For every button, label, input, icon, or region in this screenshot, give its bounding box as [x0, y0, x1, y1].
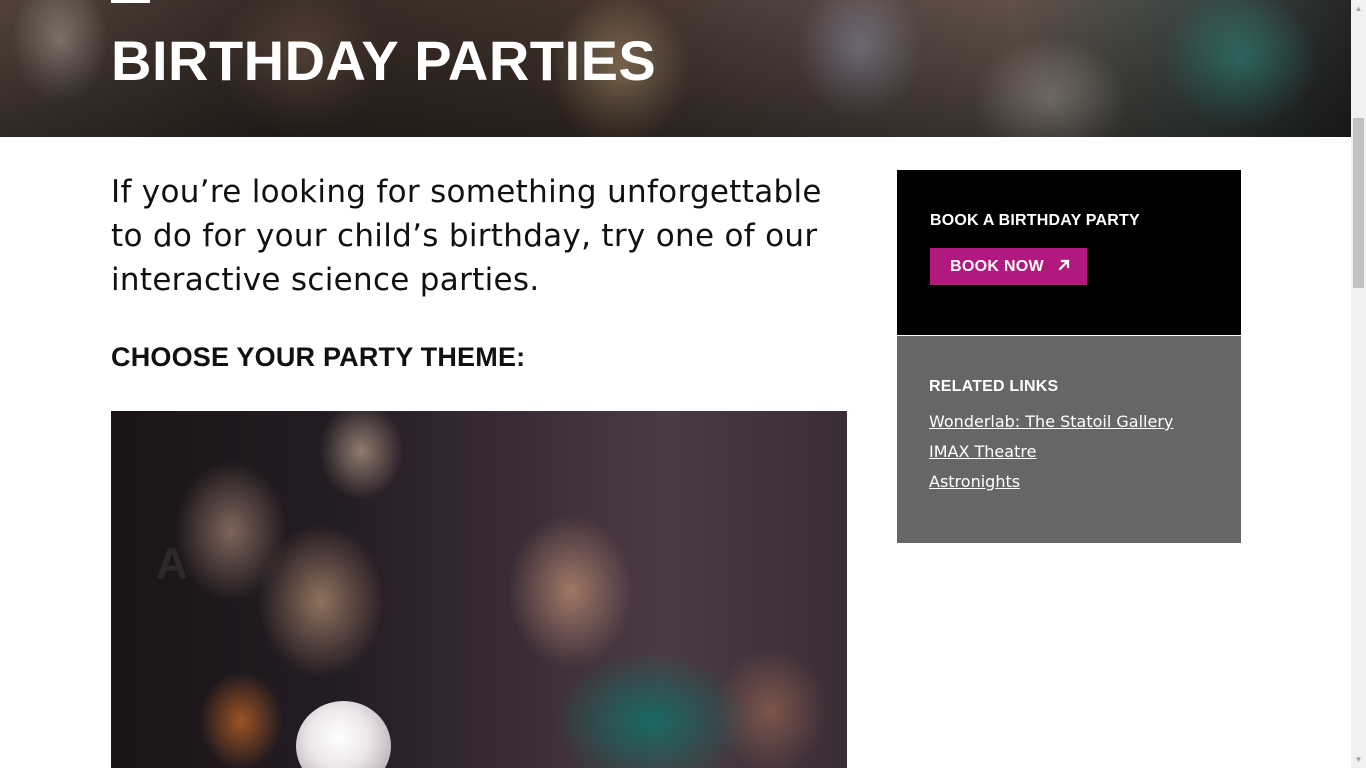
- book-now-button[interactable]: BOOK NOW: [930, 248, 1087, 285]
- related-links-heading: RELATED LINKS: [929, 378, 1059, 395]
- glowing-orb-graphic: [296, 701, 391, 768]
- party-theme-heading: CHOOSE YOUR PARTY THEME:: [111, 342, 526, 372]
- list-item: IMAX Theatre: [929, 442, 1173, 472]
- related-links-list: Wonderlab: The Statoil Gallery IMAX Thea…: [929, 412, 1173, 502]
- book-party-panel: BOOK A BIRTHDAY PARTY BOOK NOW: [897, 170, 1241, 335]
- hero-accent-bar: [111, 0, 150, 3]
- related-link-imax[interactable]: IMAX Theatre: [929, 442, 1036, 461]
- scrollbar-thumb[interactable]: [1353, 118, 1364, 288]
- page-title: BIRTHDAY PARTIES: [111, 29, 657, 92]
- background-sign-graphic: A: [156, 539, 188, 588]
- scroll-down-arrow-icon[interactable]: ▼: [1351, 751, 1366, 768]
- hero-banner: BIRTHDAY PARTIES: [0, 0, 1351, 137]
- scroll-up-arrow-icon[interactable]: ▲: [1351, 0, 1366, 17]
- book-party-heading: BOOK A BIRTHDAY PARTY: [930, 212, 1140, 229]
- book-now-label: BOOK NOW: [950, 257, 1044, 275]
- page-scrollbar[interactable]: ▲ ▼: [1351, 0, 1366, 768]
- list-item: Wonderlab: The Statoil Gallery: [929, 412, 1173, 442]
- party-theme-photo[interactable]: A: [111, 411, 847, 768]
- related-link-astronights[interactable]: Astronights: [929, 472, 1020, 491]
- related-links-panel: RELATED LINKS Wonderlab: The Statoil Gal…: [897, 336, 1241, 543]
- list-item: Astronights: [929, 472, 1173, 502]
- related-link-wonderlab[interactable]: Wonderlab: The Statoil Gallery: [929, 412, 1173, 431]
- arrow-up-right-icon-svg: [1058, 258, 1070, 271]
- intro-paragraph: If you’re looking for something unforget…: [111, 174, 822, 298]
- arrow-up-right-icon: [1057, 258, 1071, 276]
